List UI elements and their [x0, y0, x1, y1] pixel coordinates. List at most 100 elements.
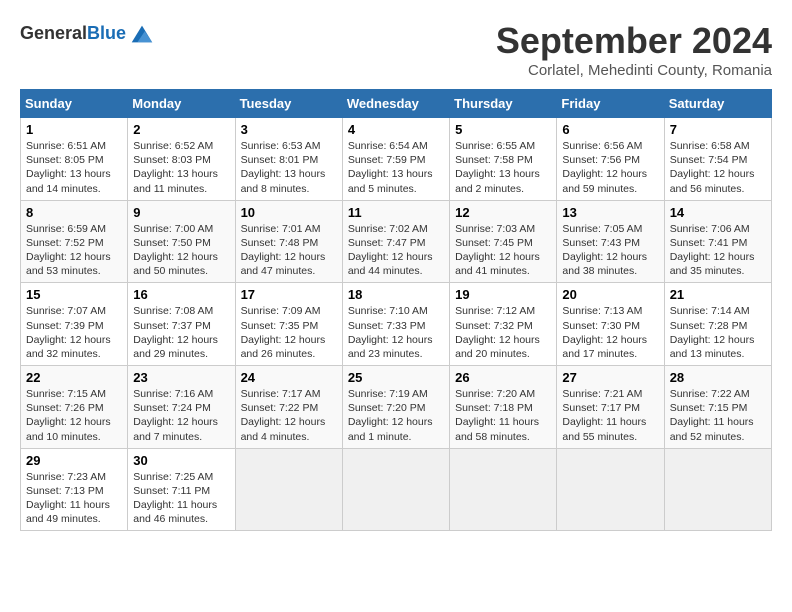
- day-info: Sunrise: 7:08 AMSunset: 7:37 PMDaylight:…: [133, 305, 218, 360]
- day-number: 25: [348, 370, 444, 385]
- day-number: 21: [670, 287, 766, 302]
- column-header-monday: Monday: [128, 90, 235, 118]
- day-cell: 29 Sunrise: 7:23 AMSunset: 7:13 PMDayligh…: [21, 448, 128, 531]
- day-info: Sunrise: 7:15 AMSunset: 7:26 PMDaylight:…: [26, 388, 111, 443]
- day-number: 23: [133, 370, 229, 385]
- day-info: Sunrise: 7:22 AMSunset: 7:15 PMDaylight:…: [670, 388, 754, 443]
- day-number: 12: [455, 205, 551, 220]
- day-number: 28: [670, 370, 766, 385]
- week-row-5: 29 Sunrise: 7:23 AMSunset: 7:13 PMDayligh…: [21, 448, 772, 531]
- day-number: 10: [241, 205, 337, 220]
- day-cell: 16 Sunrise: 7:08 AMSunset: 7:37 PMDayligh…: [128, 283, 235, 366]
- day-number: 24: [241, 370, 337, 385]
- day-cell: 3Sunrise: 6:53 AMSunset: 8:01 PMDaylight…: [235, 118, 342, 201]
- day-number: 27: [562, 370, 658, 385]
- week-row-2: 8 Sunrise: 6:59 AMSunset: 7:52 PMDaylight…: [21, 200, 772, 283]
- day-info: Sunrise: 7:12 AMSunset: 7:32 PMDaylight:…: [455, 305, 540, 360]
- day-number: 14: [670, 205, 766, 220]
- week-row-3: 15Sunrise: 7:07 AMSunset: 7:39 PMDayligh…: [21, 283, 772, 366]
- day-cell: 27 Sunrise: 7:21 AMSunset: 7:17 PMDayligh…: [557, 366, 664, 449]
- day-info: Sunrise: 7:14 AMSunset: 7:28 PMDaylight:…: [670, 305, 755, 360]
- logo-general: General: [20, 23, 87, 43]
- day-info: Sunrise: 7:01 AMSunset: 7:48 PMDaylight:…: [241, 223, 326, 278]
- day-info: Sunrise: 7:16 AMSunset: 7:24 PMDaylight:…: [133, 388, 218, 443]
- day-number: 2: [133, 122, 229, 137]
- day-info: Sunrise: 7:03 AMSunset: 7:45 PMDaylight:…: [455, 223, 540, 278]
- day-cell: [342, 448, 449, 531]
- day-cell: 10 Sunrise: 7:01 AMSunset: 7:48 PMDayligh…: [235, 200, 342, 283]
- logo: GeneralBlue: [20, 20, 156, 48]
- day-cell: 7 Sunrise: 6:58 AMSunset: 7:54 PMDaylight…: [664, 118, 771, 201]
- day-cell: 28 Sunrise: 7:22 AMSunset: 7:15 PMDayligh…: [664, 366, 771, 449]
- page-header: GeneralBlue September 2024 Corlatel, Meh…: [20, 20, 772, 79]
- day-cell: 19 Sunrise: 7:12 AMSunset: 7:32 PMDayligh…: [450, 283, 557, 366]
- day-cell: 1 Sunrise: 6:51 AMSunset: 8:05 PMDaylight…: [21, 118, 128, 201]
- title-block: September 2024 Corlatel, Mehedinti Count…: [496, 20, 772, 79]
- logo-blue: Blue: [87, 23, 126, 43]
- day-cell: 30Sunrise: 7:25 AMSunset: 7:11 PMDayligh…: [128, 448, 235, 531]
- day-number: 13: [562, 205, 658, 220]
- day-info: Sunrise: 7:06 AMSunset: 7:41 PMDaylight:…: [670, 223, 755, 278]
- day-number: 22: [26, 370, 122, 385]
- day-cell: 13 Sunrise: 7:05 AMSunset: 7:43 PMDayligh…: [557, 200, 664, 283]
- day-number: 18: [348, 287, 444, 302]
- day-cell: [664, 448, 771, 531]
- day-info: Sunrise: 7:25 AMSunset: 7:11 PMDaylight:…: [133, 471, 217, 526]
- day-info: Sunrise: 7:13 AMSunset: 7:30 PMDaylight:…: [562, 305, 647, 360]
- day-info: Sunrise: 7:02 AMSunset: 7:47 PMDaylight:…: [348, 223, 433, 278]
- day-cell: 9 Sunrise: 7:00 AMSunset: 7:50 PMDaylight…: [128, 200, 235, 283]
- day-info: Sunrise: 7:20 AMSunset: 7:18 PMDaylight:…: [455, 388, 539, 443]
- day-cell: 24 Sunrise: 7:17 AMSunset: 7:22 PMDayligh…: [235, 366, 342, 449]
- day-cell: 25Sunrise: 7:19 AMSunset: 7:20 PMDayligh…: [342, 366, 449, 449]
- day-number: 15: [26, 287, 122, 302]
- day-cell: 2 Sunrise: 6:52 AMSunset: 8:03 PMDaylight…: [128, 118, 235, 201]
- day-number: 1: [26, 122, 122, 137]
- day-info: Sunrise: 7:05 AMSunset: 7:43 PMDaylight:…: [562, 223, 647, 278]
- day-number: 7: [670, 122, 766, 137]
- day-number: 5: [455, 122, 551, 137]
- location: Corlatel, Mehedinti County, Romania: [496, 62, 772, 79]
- day-info: Sunrise: 6:55 AMSunset: 7:58 PMDaylight:…: [455, 140, 540, 195]
- week-row-1: 1 Sunrise: 6:51 AMSunset: 8:05 PMDaylight…: [21, 118, 772, 201]
- column-header-sunday: Sunday: [21, 90, 128, 118]
- column-header-friday: Friday: [557, 90, 664, 118]
- day-cell: 6Sunrise: 6:56 AMSunset: 7:56 PMDaylight…: [557, 118, 664, 201]
- day-info: Sunrise: 7:10 AMSunset: 7:33 PMDaylight:…: [348, 305, 433, 360]
- day-info: Sunrise: 6:59 AMSunset: 7:52 PMDaylight:…: [26, 223, 111, 278]
- day-number: 17: [241, 287, 337, 302]
- day-number: 8: [26, 205, 122, 220]
- column-header-saturday: Saturday: [664, 90, 771, 118]
- day-cell: 11Sunrise: 7:02 AMSunset: 7:47 PMDayligh…: [342, 200, 449, 283]
- day-cell: 14 Sunrise: 7:06 AMSunset: 7:41 PMDayligh…: [664, 200, 771, 283]
- day-cell: 8 Sunrise: 6:59 AMSunset: 7:52 PMDaylight…: [21, 200, 128, 283]
- day-info: Sunrise: 7:21 AMSunset: 7:17 PMDaylight:…: [562, 388, 646, 443]
- day-number: 19: [455, 287, 551, 302]
- day-cell: 18 Sunrise: 7:10 AMSunset: 7:33 PMDayligh…: [342, 283, 449, 366]
- day-cell: 12 Sunrise: 7:03 AMSunset: 7:45 PMDayligh…: [450, 200, 557, 283]
- day-info: Sunrise: 7:17 AMSunset: 7:22 PMDaylight:…: [241, 388, 326, 443]
- day-number: 16: [133, 287, 229, 302]
- day-cell: 4Sunrise: 6:54 AMSunset: 7:59 PMDaylight…: [342, 118, 449, 201]
- day-number: 6: [562, 122, 658, 137]
- day-info: Sunrise: 6:58 AMSunset: 7:54 PMDaylight:…: [670, 140, 755, 195]
- day-cell: 22 Sunrise: 7:15 AMSunset: 7:26 PMDayligh…: [21, 366, 128, 449]
- day-cell: 21 Sunrise: 7:14 AMSunset: 7:28 PMDayligh…: [664, 283, 771, 366]
- day-cell: 26 Sunrise: 7:20 AMSunset: 7:18 PMDayligh…: [450, 366, 557, 449]
- day-info: Sunrise: 6:53 AMSunset: 8:01 PMDaylight:…: [241, 140, 326, 195]
- week-row-4: 22 Sunrise: 7:15 AMSunset: 7:26 PMDayligh…: [21, 366, 772, 449]
- day-number: 4: [348, 122, 444, 137]
- day-info: Sunrise: 7:09 AMSunset: 7:35 PMDaylight:…: [241, 305, 326, 360]
- day-number: 20: [562, 287, 658, 302]
- day-info: Sunrise: 6:51 AMSunset: 8:05 PMDaylight:…: [26, 140, 111, 195]
- day-number: 9: [133, 205, 229, 220]
- day-number: 29: [26, 453, 122, 468]
- day-cell: 23 Sunrise: 7:16 AMSunset: 7:24 PMDayligh…: [128, 366, 235, 449]
- day-number: 26: [455, 370, 551, 385]
- day-info: Sunrise: 6:52 AMSunset: 8:03 PMDaylight:…: [133, 140, 218, 195]
- header-row: SundayMondayTuesdayWednesdayThursdayFrid…: [21, 90, 772, 118]
- day-info: Sunrise: 7:00 AMSunset: 7:50 PMDaylight:…: [133, 223, 218, 278]
- day-cell: 17 Sunrise: 7:09 AMSunset: 7:35 PMDayligh…: [235, 283, 342, 366]
- day-info: Sunrise: 7:23 AMSunset: 7:13 PMDaylight:…: [26, 471, 110, 526]
- column-header-tuesday: Tuesday: [235, 90, 342, 118]
- calendar-table: SundayMondayTuesdayWednesdayThursdayFrid…: [20, 89, 772, 531]
